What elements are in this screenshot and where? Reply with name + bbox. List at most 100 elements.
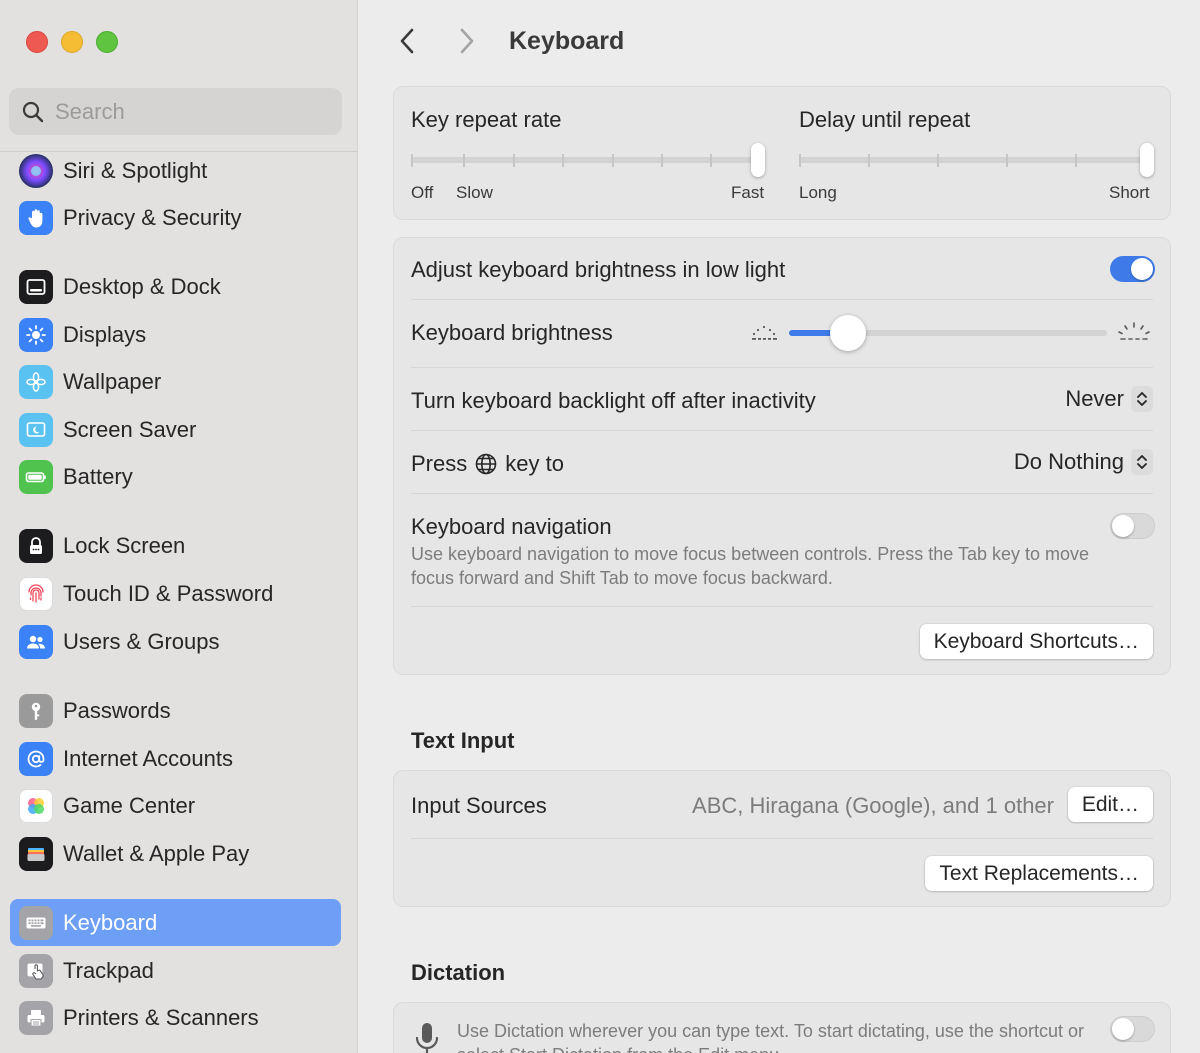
chevron-right-icon (460, 28, 474, 54)
text-input-heading: Text Input (411, 728, 515, 753)
sidebar-item-privacy-security[interactable]: Privacy & Security (10, 194, 341, 241)
key-repeat-rate-slider[interactable] (411, 143, 765, 177)
backlight-timeout-popup[interactable]: Never (1065, 386, 1153, 412)
sidebar-item-keyboard[interactable]: Keyboard (10, 899, 341, 946)
sidebar-item-passwords[interactable]: Passwords (10, 687, 341, 734)
slider-thumb[interactable] (751, 143, 765, 177)
edit-input-sources-button[interactable]: Edit… (1067, 787, 1153, 822)
search-input[interactable] (55, 98, 335, 125)
adjust-brightness-toggle[interactable] (1110, 256, 1155, 282)
trackpad-icon (19, 953, 53, 988)
sidebar-item-label: Desktop & Dock (63, 273, 221, 299)
sidebar-item-displays[interactable]: Displays (10, 311, 341, 358)
sidebar-item-internet-accounts[interactable]: Internet Accounts (10, 735, 341, 782)
slider-track (799, 157, 1154, 163)
sidebar-item-label: Printers & Scanners (63, 1004, 259, 1030)
brightness-high-icon (1118, 322, 1150, 340)
row-divider (411, 367, 1153, 368)
dictation-toggle[interactable] (1110, 1016, 1155, 1042)
delay-until-repeat-slider[interactable] (799, 143, 1154, 177)
row-divider (411, 493, 1153, 494)
search-field[interactable] (9, 88, 342, 135)
chevron-left-icon (400, 28, 414, 54)
slider-tick (612, 154, 614, 167)
slider-tick (1006, 154, 1008, 167)
battery-icon (19, 459, 53, 494)
text-input-card: Input Sources ABC, Hiragana (Google), an… (393, 770, 1171, 907)
sidebar-item-label: Passwords (63, 697, 171, 723)
forward-button[interactable] (452, 26, 482, 56)
sidebar-item-users-groups[interactable]: Users & Groups (10, 618, 341, 665)
window-controls (26, 31, 118, 53)
content-pane: Keyboard Key repeat rate Off Slow Fast D… (359, 0, 1200, 1053)
key-icon (19, 693, 53, 728)
sidebar-item-screen-saver[interactable]: Screen Saver (10, 406, 341, 453)
press-key-prefix: Press (411, 451, 468, 476)
slider-min-label: Slow (456, 183, 493, 202)
lock-icon (19, 528, 53, 563)
close-window-button[interactable] (26, 31, 48, 53)
slider-max-label: Fast (731, 183, 765, 202)
slider-thumb[interactable] (830, 315, 867, 351)
up-down-chevron-icon (1131, 386, 1153, 412)
sidebar-item-label: Displays (63, 321, 147, 347)
maximize-window-button[interactable] (96, 31, 118, 53)
users-icon (19, 624, 53, 659)
row-divider (411, 838, 1153, 839)
sidebar-item-label: Lock Screen (63, 532, 186, 558)
dictation-heading: Dictation (411, 960, 506, 985)
dictation-card: Use Dictation wherever you can type text… (393, 1002, 1171, 1053)
sidebar-item-wallet[interactable]: Wallet & Apple Pay (10, 830, 341, 877)
slider-min-label: Off (411, 183, 434, 202)
sidebar-item-touch-id[interactable]: Touch ID & Password (10, 570, 341, 617)
toggle-knob (1131, 258, 1153, 280)
sidebar-item-label: Users & Groups (63, 628, 220, 654)
sidebar-item-lock-screen[interactable]: Lock Screen (10, 522, 341, 569)
key-repeat-rate-label: Key repeat rate (411, 107, 562, 132)
slider-tick (661, 154, 663, 167)
keyboard-navigation-toggle[interactable] (1110, 513, 1155, 539)
keyboard-brightness-slider[interactable] (789, 315, 1107, 351)
keyboard-shortcuts-button[interactable]: Keyboard Shortcuts… (919, 624, 1153, 659)
text-replacements-button[interactable]: Text Replacements… (925, 856, 1153, 891)
sidebar-item-label: Siri & Spotlight (63, 157, 208, 183)
page-title: Keyboard (509, 27, 625, 55)
slider-max-label: Short (1109, 183, 1150, 202)
at-icon (19, 741, 53, 776)
sidebar: Siri & Spotlight Privacy & Security Desk… (0, 0, 358, 1053)
sidebar-item-label: Internet Accounts (63, 745, 233, 771)
sidebar-item-printers[interactable]: Printers & Scanners (10, 994, 341, 1041)
slider-tick (937, 154, 939, 167)
sun-icon (19, 317, 53, 352)
dictation-description: Use Dictation wherever you can type text… (457, 1021, 1084, 1053)
sidebar-item-wallpaper[interactable]: Wallpaper (10, 358, 341, 405)
globe-icon (475, 453, 497, 475)
sidebar-item-battery[interactable]: Battery (10, 453, 341, 500)
sidebar-item-label: Trackpad (63, 957, 154, 983)
sidebar-item-siri-spotlight[interactable]: Siri & Spotlight (10, 147, 341, 194)
slider-thumb[interactable] (1140, 143, 1154, 177)
key-repeat-card: Key repeat rate Off Slow Fast Delay unti… (393, 86, 1171, 220)
keyboard-options-card: Adjust keyboard brightness in low light … (393, 237, 1171, 675)
siri-icon (19, 153, 53, 188)
minimize-window-button[interactable] (61, 31, 83, 53)
press-key-row-label: Press key to (411, 451, 564, 477)
delay-until-repeat-label: Delay until repeat (799, 107, 971, 132)
press-key-suffix: key to (505, 451, 564, 476)
sidebar-item-label: Touch ID & Password (63, 580, 274, 606)
sidebar-item-label: Battery (63, 463, 133, 489)
back-button[interactable] (392, 26, 422, 56)
input-sources-value: ABC, Hiragana (Google), and 1 other (692, 793, 1054, 818)
toggle-knob (1112, 1018, 1134, 1040)
flower-icon (19, 364, 53, 399)
slider-tick (463, 154, 465, 167)
press-globe-key-popup[interactable]: Do Nothing (1014, 449, 1153, 475)
sidebar-item-game-center[interactable]: Game Center (10, 782, 341, 829)
screensaver-icon (19, 412, 53, 447)
sidebar-item-desktop-dock[interactable]: Desktop & Dock (10, 263, 341, 310)
slider-tick (868, 154, 870, 167)
row-divider (411, 606, 1153, 607)
brightness-low-icon (752, 325, 777, 340)
sidebar-item-trackpad[interactable]: Trackpad (10, 947, 341, 994)
dock-icon (19, 269, 53, 304)
